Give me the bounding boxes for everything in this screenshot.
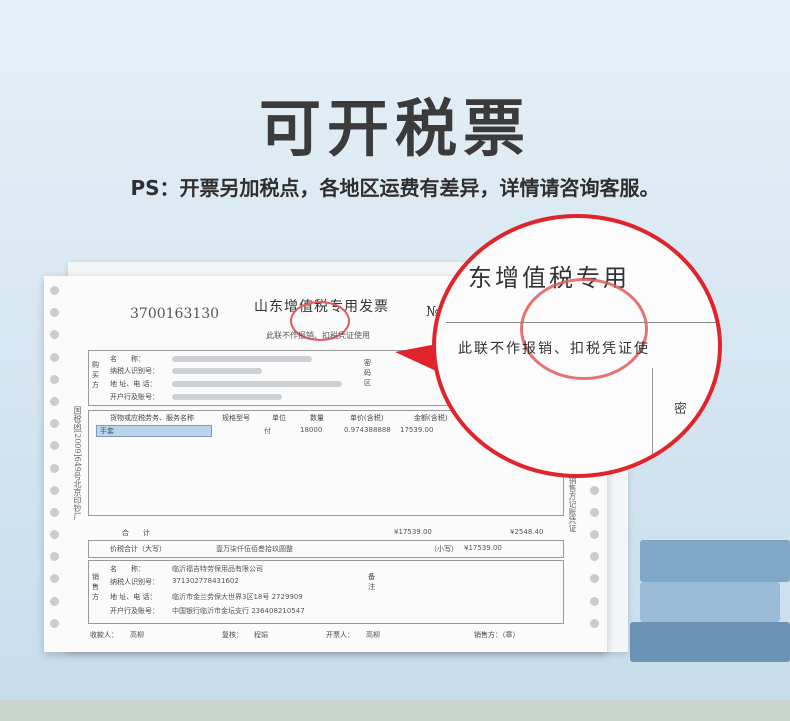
subline: PS：开票另加税点，各地区运费有差异，详情请咨询客服。 [130, 176, 660, 200]
headline: 可开税票 [258, 92, 531, 165]
zoom-note: 此联不作报销、扣税凭证使 [458, 341, 650, 357]
zoom-vertical-rule [652, 368, 653, 468]
buyer-bank-label: 开户行及账号： [110, 393, 159, 401]
seller-address-label: 地 址、电 话： [110, 593, 157, 601]
col-qty: 数量 [310, 414, 324, 422]
item-unit: 付 [264, 427, 271, 435]
sum-small-label: （小写） [430, 545, 458, 553]
seller-sign-label: 销售方：（章） [474, 631, 520, 639]
buyer-address-label: 地 址、电 话： [110, 380, 157, 388]
zoom-stamp [520, 278, 648, 380]
zoom-callout: 东增值税专用 此联不作报销、扣税凭证使 密 [432, 214, 722, 478]
sum-small-value: ¥17539.00 [464, 544, 502, 552]
drawer-label: 开票人： [326, 631, 354, 639]
total-amount: ¥17539.00 [394, 528, 432, 536]
seller-side-label: 销售方 [92, 573, 99, 601]
book [640, 582, 780, 622]
payee-name: 高柳 [130, 631, 144, 639]
total-label: 合 计 [122, 529, 150, 537]
buyer-name-label: 名 称： [110, 355, 145, 363]
seller-bank: 中国银行临沂市金坛支行 236408210547 [172, 607, 305, 615]
redacted-buyer-taxid [172, 368, 262, 374]
reviewer-label: 复核： [222, 631, 243, 639]
col-spec: 规格型号 [222, 414, 250, 422]
book [640, 540, 790, 582]
item-price: 0.974388888 [344, 426, 391, 434]
invoice-code: 3700163130 [130, 306, 220, 322]
col-price: 单价(含税) [350, 414, 384, 422]
cipher-area-label: 密码区 [364, 359, 371, 387]
seller-taxid: 371302778431602 [172, 577, 239, 585]
seller-box [88, 560, 564, 624]
item-name: 手套 [100, 427, 114, 435]
zoom-mi-label: 密 [674, 402, 688, 417]
seller-name-label: 名 称： [110, 565, 145, 573]
buyer-side-label: 购买方 [92, 361, 99, 389]
reviewer-name: 程娟 [254, 631, 268, 639]
floor-strip [0, 700, 790, 721]
background-books [630, 480, 790, 662]
col-unit: 单位 [272, 414, 286, 422]
printer-side-label: 国税函[2009]649号北京印钞厂 [73, 406, 82, 520]
col-amount: 金额(含税) [414, 414, 448, 422]
redacted-buyer-bank [172, 394, 282, 400]
col-goods: 货物或应税劳务、服务名称 [110, 414, 194, 422]
copy-side-label: 销售方记账凭证 [568, 476, 577, 532]
sum-upper-value: 壹万柒仟伍佰叁拾玖圆整 [216, 545, 293, 553]
seller-taxid-label: 纳税人识别号： [110, 578, 159, 586]
seller-name: 临沂福吉特劳保用品有限公司 [172, 565, 263, 573]
invoice-note: 此联不作报销、扣税凭证使用 [266, 331, 370, 340]
remark-label: 备注 [368, 573, 375, 591]
payee-label: 收款人： [90, 631, 118, 639]
seller-bank-label: 开户行及账号： [110, 607, 159, 615]
redacted-buyer-name [172, 356, 312, 362]
zoom-divider [446, 322, 716, 323]
buyer-taxid-label: 纳税人识别号： [110, 367, 159, 375]
seller-address: 临沂市金兰劳保大世界3区18号 2729909 [172, 593, 303, 601]
drawer-name: 高柳 [366, 631, 380, 639]
tractor-holes-left [50, 286, 62, 646]
item-amount: 17539.00 [400, 426, 434, 434]
item-qty: 18000 [300, 426, 323, 434]
book [630, 622, 790, 662]
sum-upper-label: 价税合计（大写） [110, 545, 166, 553]
total-tax: ¥2548.40 [510, 528, 544, 536]
redacted-buyer-address [172, 381, 342, 387]
